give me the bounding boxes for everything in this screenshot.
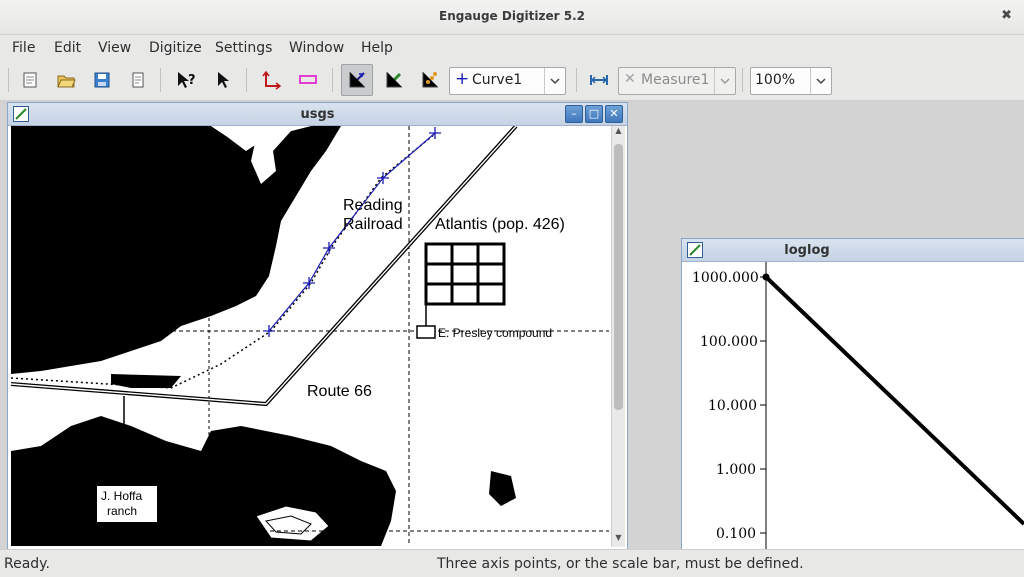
toolbar-separator <box>332 68 333 92</box>
vertical-scrollbar[interactable]: ▲ ▼ <box>611 126 625 547</box>
label-atlantis: Atlantis (pop. 426) <box>435 216 565 233</box>
main-toolbar: ? + Curve1 ✕ Measure1 100% <box>0 62 1024 101</box>
menu-digitize[interactable]: Digitize <box>149 40 202 56</box>
menu-bar: File Edit View Digitize Settings Window … <box>0 35 1024 61</box>
loglog-curve-marker <box>762 273 770 281</box>
window-title: Engauge Digitizer 5.2 <box>439 9 585 23</box>
select-pointer-icon[interactable] <box>208 66 236 94</box>
loglog-window-titlebar[interactable]: loglog <box>682 239 1024 262</box>
loglog-window-title: loglog <box>784 243 830 258</box>
loglog-canvas[interactable]: 1000.000 100.000 10.000 1.000 0.100 <box>682 262 1024 552</box>
zoom-select[interactable]: 100% <box>750 67 832 95</box>
segment-fill-icon[interactable] <box>380 66 408 94</box>
usgs-window-title: usgs <box>300 107 335 122</box>
axis-point-icon[interactable] <box>257 66 285 94</box>
menu-view[interactable]: View <box>98 40 131 56</box>
document-area: usgs – □ ✕ Reading Railroad Atlantis (po… <box>0 101 1024 560</box>
menu-window[interactable]: Window <box>289 40 344 56</box>
toolbar-separator <box>160 68 161 92</box>
menu-file[interactable]: File <box>12 40 35 56</box>
y-tick-label: 1.000 <box>716 462 756 478</box>
usgs-window-titlebar[interactable]: usgs – □ ✕ <box>8 103 627 126</box>
whats-this-icon[interactable]: ? <box>172 66 200 94</box>
curve-select-value: Curve1 <box>472 72 523 88</box>
window-titlebar: Engauge Digitizer 5.2 ✖ <box>0 0 1024 35</box>
scroll-down-icon[interactable]: ▼ <box>612 533 625 547</box>
y-tick-label: 100.000 <box>700 334 758 350</box>
menu-settings[interactable]: Settings <box>215 40 272 56</box>
measure-select[interactable]: ✕ Measure1 <box>618 67 736 95</box>
label-hoffa: J. Hoffa <box>101 489 142 503</box>
y-tick-label: 0.100 <box>716 526 756 542</box>
y-tick-label: 10.000 <box>708 398 757 414</box>
toolbar-separator <box>8 68 9 92</box>
curve-point-icon[interactable] <box>341 64 373 96</box>
label-reading: Reading <box>343 197 403 214</box>
toolbar-separator <box>246 68 247 92</box>
y-tick-label: 1000.000 <box>692 270 759 286</box>
open-folder-icon[interactable] <box>52 66 80 94</box>
menu-edit[interactable]: Edit <box>54 40 81 56</box>
print-icon[interactable] <box>124 66 152 94</box>
close-icon[interactable]: ✕ <box>605 105 623 123</box>
status-text: Ready. <box>4 556 50 572</box>
new-document-icon[interactable] <box>16 66 44 94</box>
color-picker-icon[interactable] <box>416 66 444 94</box>
menu-help[interactable]: Help <box>361 40 393 56</box>
zoom-select-value: 100% <box>755 72 796 88</box>
scale-bar-icon[interactable] <box>294 66 322 94</box>
close-window-icon[interactable]: ✖ <box>1001 8 1012 23</box>
status-bar: Ready. Three axis points, or the scale b… <box>0 549 1024 577</box>
maximize-icon[interactable]: □ <box>585 105 603 123</box>
usgs-window: usgs – □ ✕ Reading Railroad Atlantis (po… <box>7 102 628 550</box>
label-presley: E. Presley compound <box>438 326 552 340</box>
cross-icon: ✕ <box>624 71 636 87</box>
presley-compound-box <box>416 325 436 339</box>
map-canvas[interactable]: Reading Railroad Atlantis (pop. 426) E. … <box>11 126 609 546</box>
status-hint: Three axis points, or the scale bar, mus… <box>437 556 804 572</box>
label-ranch: ranch <box>107 504 137 518</box>
scrollbar-thumb[interactable] <box>614 144 623 410</box>
toolbar-separator <box>742 68 743 92</box>
toolbar-separator <box>576 68 577 92</box>
measure-icon[interactable] <box>585 66 613 94</box>
label-route-66: Route 66 <box>307 383 372 400</box>
label-railroad: Railroad <box>343 216 403 233</box>
loglog-window: loglog 1000.000 100.000 10.000 1.000 0.1… <box>681 238 1024 560</box>
chevron-down-icon[interactable] <box>544 68 565 94</box>
scroll-up-icon[interactable]: ▲ <box>612 126 625 140</box>
curve-select[interactable]: + Curve1 <box>449 67 566 95</box>
chevron-down-icon[interactable] <box>714 68 735 94</box>
chevron-down-icon[interactable] <box>810 68 831 94</box>
minimize-icon[interactable]: – <box>565 105 583 123</box>
measure-select-value: Measure1 <box>641 72 710 88</box>
plus-icon: + <box>455 69 470 89</box>
svg-text:?: ? <box>188 73 196 88</box>
save-icon[interactable] <box>88 66 116 94</box>
